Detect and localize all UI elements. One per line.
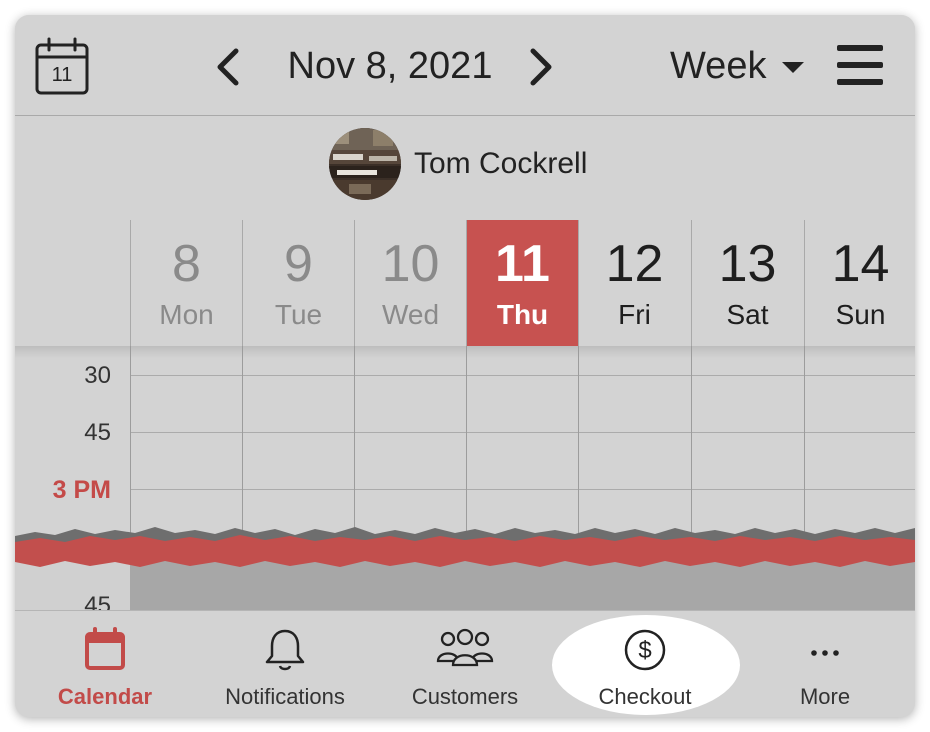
- chevron-right-icon: [530, 48, 552, 86]
- tab-label: More: [799, 684, 851, 709]
- tab-label: Customers: [411, 684, 519, 709]
- grid-line: [130, 375, 915, 376]
- tab-more[interactable]: More: [735, 611, 915, 717]
- calendar-icon-day: 11: [51, 64, 73, 86]
- day-number: 8: [172, 235, 201, 293]
- day-name: Sat: [726, 299, 769, 330]
- day-column-wed[interactable]: 10 Wed: [354, 220, 466, 346]
- top-bar: 11 Nov 8, 2021 Week: [15, 15, 915, 116]
- tab-notifications[interactable]: Notifications: [195, 611, 375, 717]
- grid-line: [130, 489, 915, 490]
- tab-calendar[interactable]: Calendar: [15, 611, 195, 717]
- view-mode-dropdown[interactable]: Week: [670, 41, 810, 91]
- tab-label: Checkout: [598, 684, 692, 709]
- day-column-sun[interactable]: 14 Sun: [804, 220, 915, 346]
- day-name: Thu: [496, 299, 549, 330]
- menu-button[interactable]: [837, 43, 885, 87]
- caret-down-icon: [782, 62, 804, 73]
- menu-icon-bar: [837, 45, 883, 51]
- time-label: 30: [84, 362, 111, 389]
- bottom-tab-bar: Calendar Notifications Customers $ Check…: [15, 610, 915, 717]
- chevron-left-icon: [217, 48, 239, 86]
- users-icon: [436, 628, 494, 667]
- menu-icon-bar: [837, 79, 883, 85]
- day-column-thu[interactable]: 11 Thu: [466, 220, 578, 346]
- previous-week-button[interactable]: [210, 45, 246, 89]
- day-column-tue[interactable]: 9 Tue: [242, 220, 354, 346]
- week-day-header: 8 Mon 9 Tue 10 Wed 11 Thu 12 Fri 13 Sat …: [15, 220, 915, 346]
- grid-line: [130, 432, 915, 433]
- day-number: 11: [495, 235, 550, 293]
- date-title[interactable]: Nov 8, 2021: [265, 41, 515, 91]
- next-week-button[interactable]: [523, 45, 559, 89]
- time-gutter-header: [15, 220, 129, 346]
- day-number: 10: [381, 235, 440, 293]
- day-name: Fri: [618, 299, 651, 330]
- avatar: [329, 128, 401, 200]
- svg-text:$: $: [638, 637, 651, 664]
- tab-checkout[interactable]: $ Checkout: [555, 611, 735, 717]
- day-number: 9: [284, 235, 313, 293]
- day-number: 14: [831, 235, 890, 293]
- view-mode-label: Week: [670, 45, 767, 87]
- day-column-mon[interactable]: 8 Mon: [130, 220, 242, 346]
- staff-name: Tom Cockrell: [414, 147, 588, 180]
- day-name: Tue: [274, 299, 323, 330]
- week-time-grid[interactable]: 30 45 3 PM 45: [15, 346, 915, 610]
- current-time-band: [15, 527, 915, 610]
- day-number: 13: [718, 235, 777, 293]
- tab-label: Calendar: [57, 684, 153, 709]
- day-name: Wed: [381, 299, 440, 330]
- app-window: 11 Nov 8, 2021 Week Tom Cockrell 8 Mon 9…: [15, 15, 915, 717]
- tab-label: Notifications: [225, 684, 345, 709]
- time-label: 45: [84, 592, 111, 610]
- day-column-fri[interactable]: 12 Fri: [578, 220, 690, 346]
- calendar-icon: [85, 627, 125, 670]
- day-number: 12: [605, 235, 664, 293]
- bell-icon: [265, 629, 305, 671]
- day-name: Mon: [159, 299, 214, 330]
- tab-customers[interactable]: Customers: [375, 611, 555, 717]
- dollar-circle-icon: $: [624, 629, 666, 671]
- time-label: 45: [84, 419, 111, 446]
- menu-icon-bar: [837, 62, 883, 68]
- calendar-today-icon[interactable]: 11: [35, 37, 89, 95]
- more-dots-icon: [811, 650, 839, 656]
- current-time-label: 3 PM: [52, 476, 111, 504]
- grid-shadow: [15, 346, 915, 358]
- day-name: Sun: [835, 299, 886, 330]
- day-column-sat[interactable]: 13 Sat: [691, 220, 803, 346]
- staff-row[interactable]: Tom Cockrell: [15, 116, 915, 221]
